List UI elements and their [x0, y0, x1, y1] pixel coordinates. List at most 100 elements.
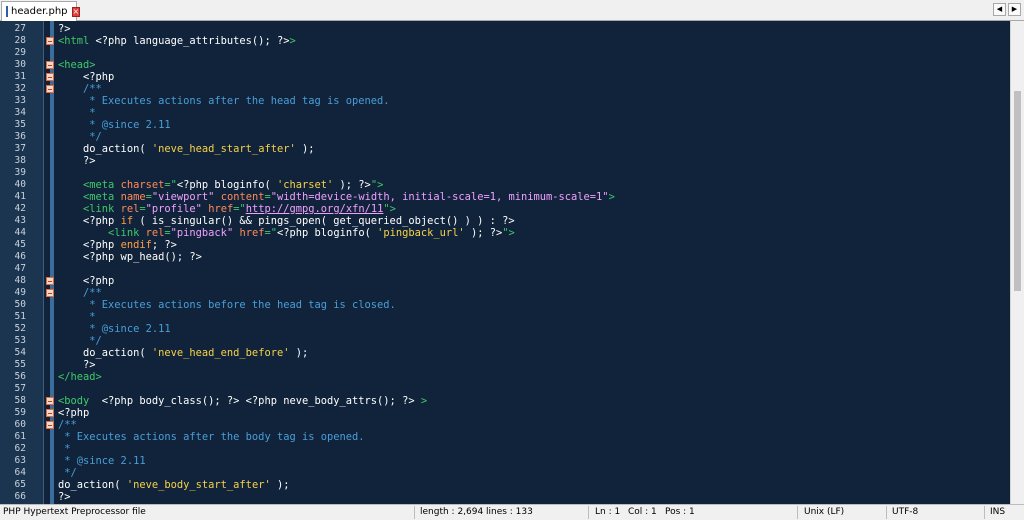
code-line[interactable]: 33 * Executes actions after the head tag…: [0, 95, 1010, 107]
code-line[interactable]: 37 do_action( 'neve_head_start_after' );: [0, 143, 1010, 155]
close-tab-icon[interactable]: ×: [71, 6, 81, 17]
code-line[interactable]: 52 * @since 2.11: [0, 323, 1010, 335]
vertical-scrollbar[interactable]: [1010, 21, 1024, 504]
fold-toggle-icon[interactable]: [46, 421, 54, 429]
line-number: 59: [14, 407, 26, 418]
status-separator: [414, 506, 415, 519]
code-line[interactable]: 45 <?php endif; ?>: [0, 239, 1010, 251]
code-line[interactable]: 35 * @since 2.11: [0, 119, 1010, 131]
fold-toggle-icon[interactable]: [46, 409, 54, 417]
fold-toggle-icon[interactable]: [46, 73, 54, 81]
line-number: 47: [14, 263, 26, 274]
code-line[interactable]: 48 <?php: [0, 275, 1010, 287]
code-text: do_action( 'neve_body_start_after' );: [58, 479, 290, 491]
code-text: * Executes actions after the body tag is…: [58, 431, 364, 443]
line-number: 36: [14, 131, 26, 142]
fold-toggle-icon[interactable]: [46, 277, 54, 285]
code-token: <?php: [58, 407, 90, 419]
code-line[interactable]: 62 *: [0, 443, 1010, 455]
code-token: <?php: [58, 215, 121, 227]
code-editor[interactable]: 27 ?> 28 <html <?php language_attributes();…: [0, 21, 1024, 504]
code-token: "profile": [145, 203, 202, 215]
code-line[interactable]: 46 <?php wp_head(); ?>: [0, 251, 1010, 263]
code-line[interactable]: 28 <html <?php language_attributes(); ?>>: [0, 35, 1010, 47]
line-number: 45: [14, 239, 26, 250]
code-token: <?php: [58, 71, 115, 83]
code-line[interactable]: 51 *: [0, 311, 1010, 323]
status-separator: [886, 506, 887, 519]
line-number: 61: [14, 431, 26, 442]
code-text: do_action( 'neve_head_end_before' );: [58, 347, 308, 359]
line-number: 51: [14, 311, 26, 322]
code-text: /**: [58, 83, 102, 95]
code-line[interactable]: 40 <meta charset="<?php bloginfo( 'chars…: [0, 179, 1010, 191]
code-line[interactable]: 31 <?php: [0, 71, 1010, 83]
code-text: */: [58, 335, 102, 347]
code-line[interactable]: 47: [0, 263, 1010, 275]
code-token: );: [270, 479, 290, 491]
line-number: 44: [14, 227, 26, 238]
code-token: );: [295, 143, 315, 155]
code-line[interactable]: 43 <?php if ( is_singular() && pings_ope…: [0, 215, 1010, 227]
code-text: <head>: [58, 59, 96, 71]
code-line[interactable]: 61 * Executes actions after the body tag…: [0, 431, 1010, 443]
code-line[interactable]: 64 */: [0, 467, 1010, 479]
code-line[interactable]: 66 ?>: [0, 491, 1010, 503]
code-line[interactable]: 58 <body <?php body_class(); ?> <?php nev…: [0, 395, 1010, 407]
code-token: 'neve_body_start_after': [126, 479, 271, 491]
code-token: "width=device-width, initial-scale=1, mi…: [270, 191, 609, 203]
code-token: <?php: [58, 275, 115, 287]
code-text: /**: [58, 419, 77, 431]
code-line[interactable]: 34 *: [0, 107, 1010, 119]
code-text: /**: [58, 287, 102, 299]
code-token: * @since 2.11: [58, 455, 146, 467]
code-token: *: [58, 443, 71, 455]
scrollbar-thumb[interactable]: [1014, 91, 1021, 291]
fold-toggle-icon[interactable]: [46, 289, 54, 297]
code-line[interactable]: 39: [0, 167, 1010, 179]
line-number: 32: [14, 83, 26, 94]
code-line[interactable]: 57: [0, 383, 1010, 395]
scroll-tabs-left-button[interactable]: ◀: [993, 3, 1006, 16]
line-number: 52: [14, 323, 26, 334]
code-line[interactable]: 60 /**: [0, 419, 1010, 431]
code-text: <?php: [58, 71, 114, 83]
code-text: ?>: [58, 359, 96, 371]
code-line[interactable]: 55 ?>: [0, 359, 1010, 371]
code-line[interactable]: 38 ?>: [0, 155, 1010, 167]
code-line[interactable]: 29: [0, 47, 1010, 59]
code-token: <?php bloginfo(: [176, 179, 277, 191]
code-token: "viewport": [151, 191, 215, 203]
fold-toggle-icon[interactable]: [46, 61, 54, 69]
code-line[interactable]: 50 * Executes actions before the head ta…: [0, 299, 1010, 311]
code-text: ?>: [58, 155, 96, 167]
fold-toggle-icon[interactable]: [46, 37, 54, 45]
code-line[interactable]: 59 <?php: [0, 407, 1010, 419]
fold-toggle-icon[interactable]: [46, 85, 54, 93]
code-line[interactable]: 65 do_action( 'neve_body_start_after' );: [0, 479, 1010, 491]
code-line[interactable]: 32 /**: [0, 83, 1010, 95]
code-line[interactable]: 36 */: [0, 131, 1010, 143]
code-line[interactable]: 49 /**: [0, 287, 1010, 299]
line-number: 39: [14, 167, 26, 178]
code-line[interactable]: 42 <link rel="profile" href="http://gmpg…: [0, 203, 1010, 215]
code-line[interactable]: 27 ?>: [0, 23, 1010, 35]
fold-toggle-icon[interactable]: [46, 397, 54, 405]
code-line[interactable]: 30 <head>: [0, 59, 1010, 71]
status-bar: PHP Hypertext Preprocessor file length :…: [0, 504, 1024, 520]
scroll-tabs-right-button[interactable]: ▶: [1008, 3, 1021, 16]
code-line[interactable]: 54 do_action( 'neve_head_end_before' );: [0, 347, 1010, 359]
line-number: 30: [14, 59, 26, 70]
line-number: 33: [14, 95, 26, 106]
code-line[interactable]: 41 <meta name="viewport" content="width=…: [0, 191, 1010, 203]
code-text: *: [58, 443, 71, 455]
tab-header-php[interactable]: header.php ×: [1, 1, 81, 21]
line-number: 49: [14, 287, 26, 298]
code-line[interactable]: 53 */: [0, 335, 1010, 347]
code-token: 'pingback_url': [377, 227, 465, 239]
code-text: *: [58, 311, 95, 323]
code-line[interactable]: 63 * @since 2.11: [0, 455, 1010, 467]
code-line[interactable]: 56 </head>: [0, 371, 1010, 383]
code-line[interactable]: 44 <link rel="pingback" href="<?php blog…: [0, 227, 1010, 239]
code-token: *: [58, 107, 96, 119]
